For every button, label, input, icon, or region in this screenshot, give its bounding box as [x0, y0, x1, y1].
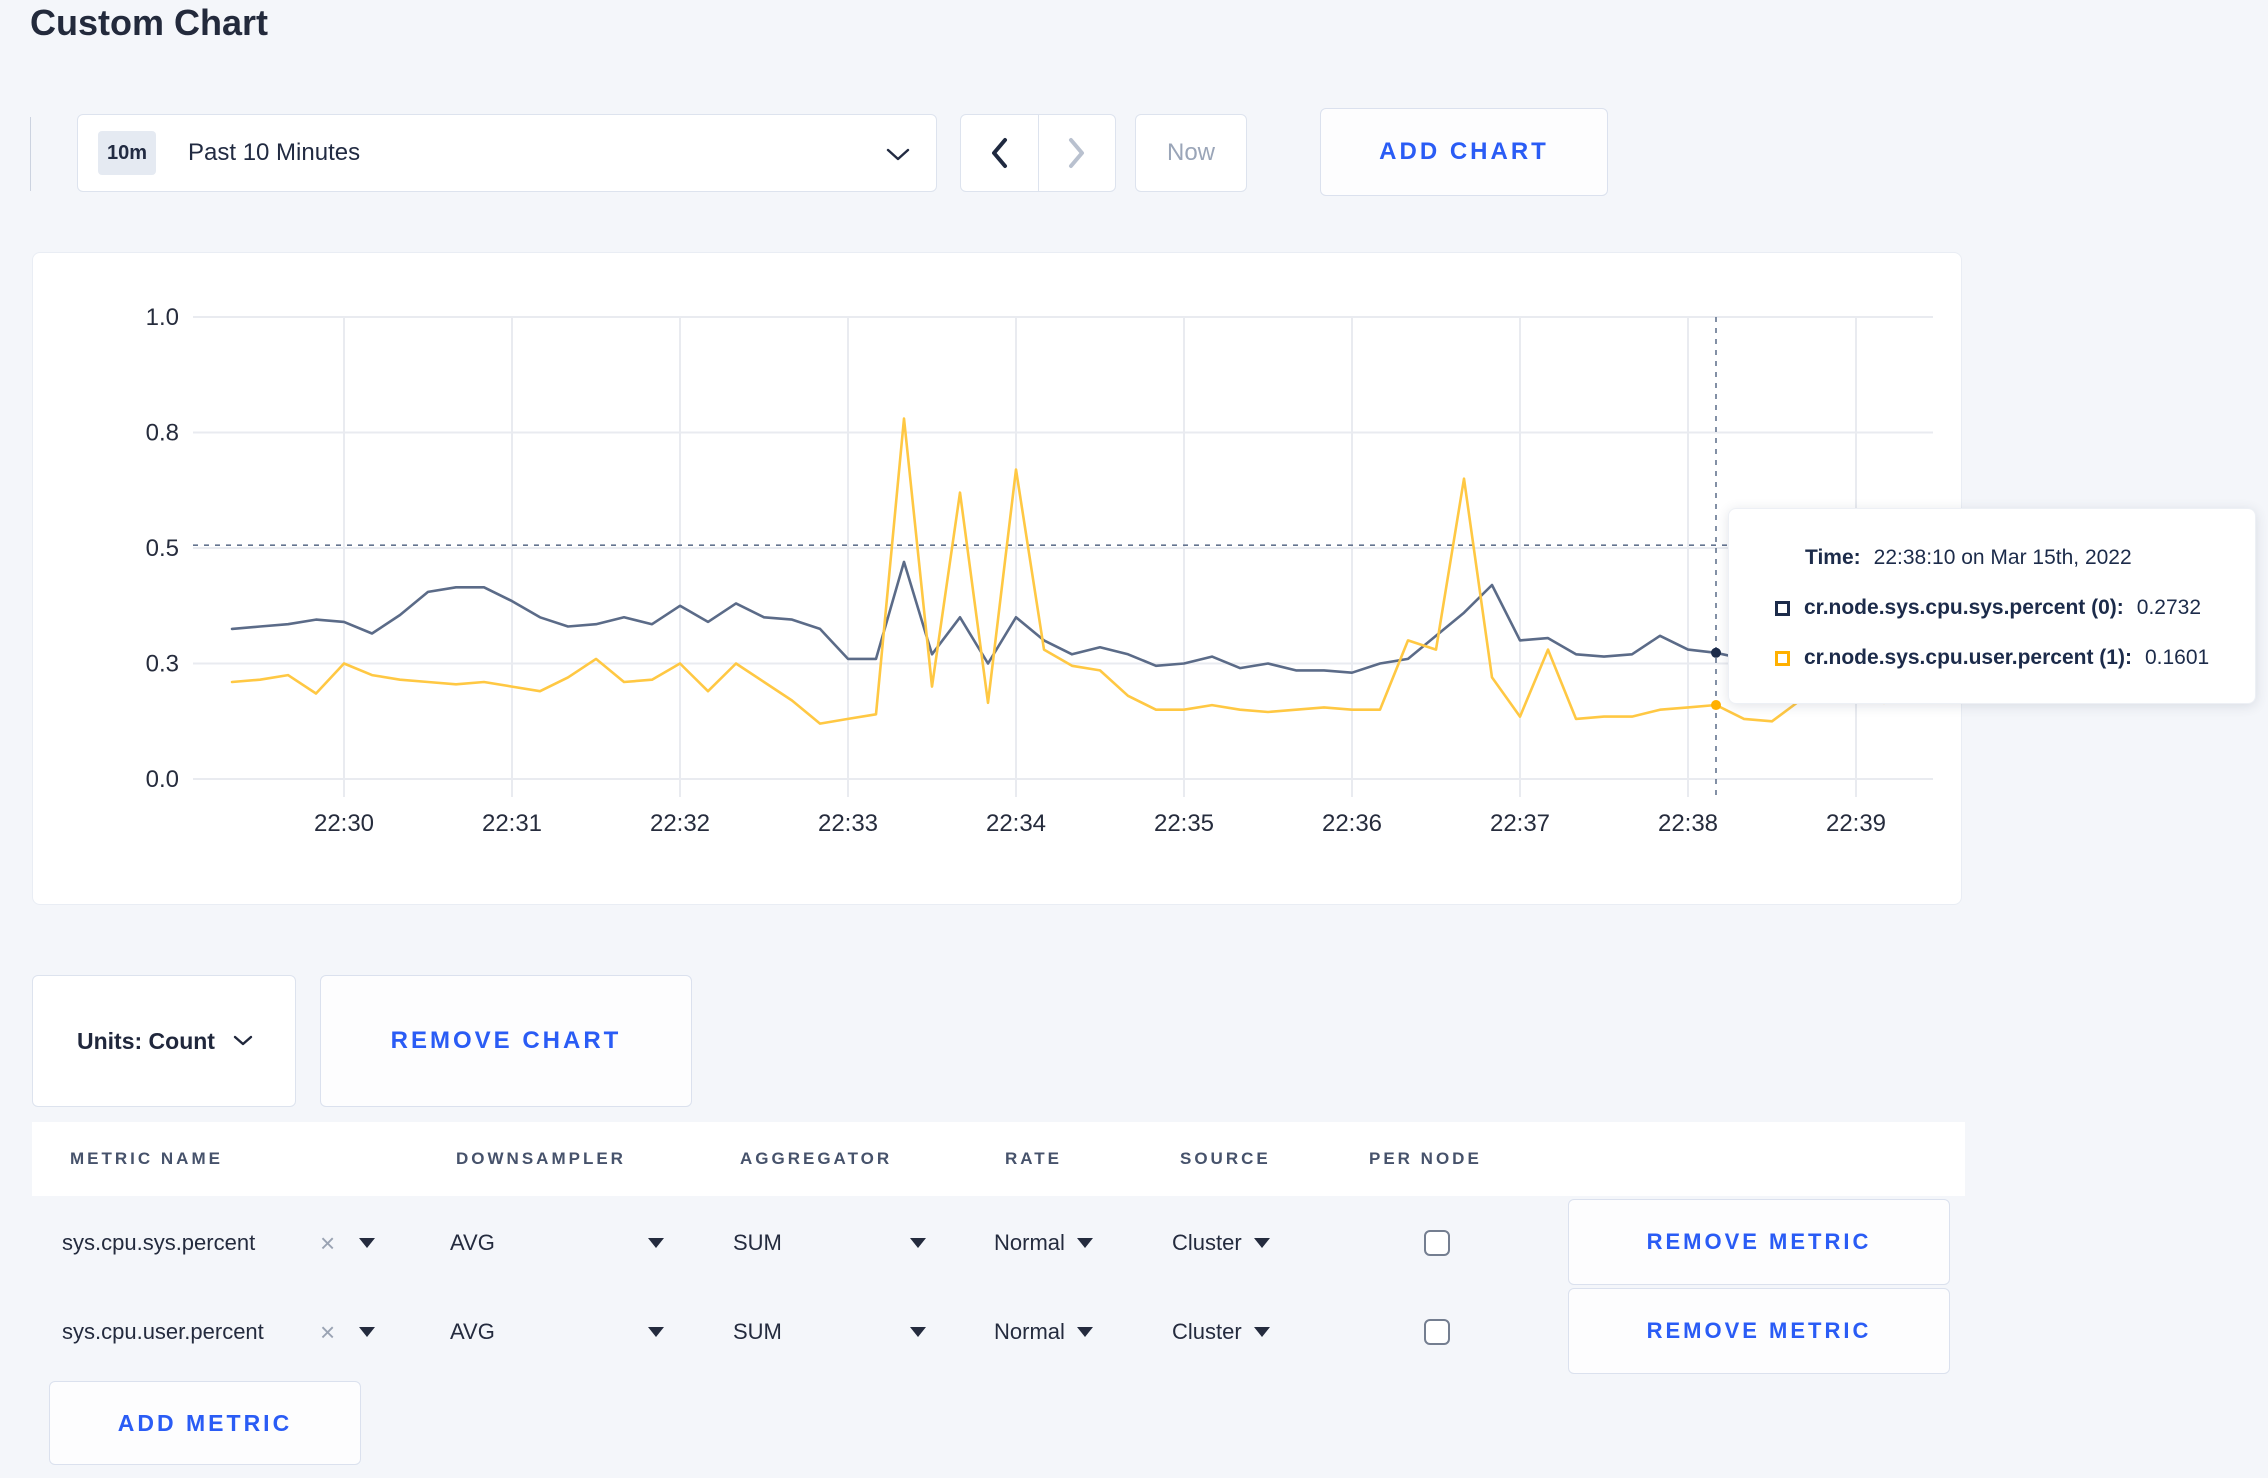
- tooltip-time-row: Time: 22:38:10 on Mar 15th, 2022: [1775, 533, 2255, 583]
- tooltip-series-name: cr.node.sys.cpu.sys.percent (0):: [1804, 596, 2124, 619]
- clear-metric-icon[interactable]: ×: [320, 1199, 335, 1287]
- toolbar-divider: [30, 117, 31, 191]
- downsampler-select[interactable]: AVG: [450, 1199, 495, 1287]
- aggregator-caret[interactable]: [910, 1288, 926, 1376]
- add-metric-button[interactable]: ADD METRIC: [49, 1381, 361, 1465]
- aggregator-select[interactable]: SUM: [733, 1199, 782, 1287]
- svg-text:22:37: 22:37: [1490, 810, 1550, 837]
- svg-text:0.0: 0.0: [146, 766, 179, 793]
- remove-metric-button[interactable]: REMOVE METRIC: [1568, 1199, 1950, 1285]
- line-chart-plot[interactable]: 0.0 0.3 0.5 0.8 1.0 22:30 22:31 22:32 22:33 22:34…: [33, 253, 1961, 904]
- svg-text:22:32: 22:32: [650, 810, 710, 837]
- svg-text:22:34: 22:34: [986, 810, 1046, 837]
- aggregator-select[interactable]: SUM: [733, 1288, 782, 1376]
- svg-text:22:36: 22:36: [1322, 810, 1382, 837]
- metric-name-select[interactable]: sys.cpu.user.percent: [62, 1288, 264, 1376]
- chevron-down-icon: [886, 148, 910, 162]
- downsampler-caret[interactable]: [648, 1288, 664, 1376]
- svg-text:22:31: 22:31: [482, 810, 542, 837]
- column-header-per-node: PER NODE: [1369, 1149, 1482, 1168]
- tooltip-series-name: cr.node.sys.cpu.user.percent (1):: [1804, 646, 2132, 669]
- column-header-rate: RATE: [1005, 1149, 1063, 1168]
- chart-card: 0.0 0.3 0.5 0.8 1.0 22:30 22:31 22:32 22:33 22:34…: [32, 252, 1962, 905]
- add-chart-button[interactable]: ADD CHART: [1320, 108, 1608, 196]
- units-dropdown[interactable]: Units: Count: [32, 975, 296, 1107]
- column-header-source: SOURCE: [1180, 1149, 1271, 1168]
- metric-name-caret[interactable]: [359, 1288, 375, 1376]
- tooltip-series-row: cr.node.sys.cpu.user.percent (1): 0.1601: [1775, 633, 2255, 683]
- svg-text:0.5: 0.5: [146, 535, 179, 562]
- tooltip-series-row: cr.node.sys.cpu.sys.percent (0): 0.2732: [1775, 583, 2255, 633]
- remove-metric-button[interactable]: REMOVE METRIC: [1568, 1288, 1950, 1374]
- source-select[interactable]: Cluster: [1172, 1288, 1270, 1376]
- tooltip-time-value: 22:38:10 on Mar 15th, 2022: [1873, 546, 2132, 569]
- rate-select[interactable]: Normal: [994, 1288, 1093, 1376]
- downsampler-caret[interactable]: [648, 1199, 664, 1287]
- per-node-checkbox[interactable]: [1424, 1319, 1450, 1345]
- downsampler-select[interactable]: AVG: [450, 1288, 495, 1376]
- metrics-table-header: METRIC NAME DOWNSAMPLER AGGREGATOR RATE …: [32, 1122, 1965, 1196]
- rate-select[interactable]: Normal: [994, 1199, 1093, 1287]
- tooltip-time-label: Time:: [1805, 546, 1861, 569]
- metric-name-select[interactable]: sys.cpu.sys.percent: [62, 1199, 255, 1287]
- svg-text:22:38: 22:38: [1658, 810, 1718, 837]
- svg-text:22:30: 22:30: [314, 810, 374, 837]
- per-node-checkbox[interactable]: [1424, 1230, 1450, 1256]
- column-header-metric-name: METRIC NAME: [70, 1149, 223, 1168]
- metric-name-caret[interactable]: [359, 1199, 375, 1287]
- remove-chart-button[interactable]: REMOVE CHART: [320, 975, 692, 1107]
- time-nav-group: [960, 114, 1116, 192]
- source-select[interactable]: Cluster: [1172, 1199, 1270, 1287]
- tooltip-series-value: 0.2732: [2136, 596, 2202, 619]
- svg-text:0.3: 0.3: [146, 651, 179, 678]
- time-range-badge: 10m: [98, 131, 156, 175]
- svg-text:22:33: 22:33: [818, 810, 878, 837]
- column-header-aggregator: AGGREGATOR: [740, 1149, 893, 1168]
- svg-text:0.8: 0.8: [146, 420, 179, 447]
- svg-text:22:39: 22:39: [1826, 810, 1886, 837]
- metric-row: sys.cpu.sys.percent × AVG SUM Normal Clu…: [32, 1199, 1965, 1287]
- chevron-down-icon: [233, 1035, 253, 1047]
- column-header-downsampler: DOWNSAMPLER: [456, 1149, 626, 1168]
- page-title: Custom Chart: [30, 2, 269, 43]
- svg-text:22:35: 22:35: [1154, 810, 1214, 837]
- series-sys-swatch-icon: [1775, 600, 1790, 616]
- series-user-swatch-icon: [1775, 650, 1790, 666]
- next-interval-button[interactable]: [1037, 115, 1116, 191]
- time-range-dropdown[interactable]: 10m Past 10 Minutes: [77, 114, 937, 192]
- metric-row: sys.cpu.user.percent × AVG SUM Normal Cl…: [32, 1288, 1965, 1376]
- now-button[interactable]: Now: [1135, 114, 1247, 192]
- clear-metric-icon[interactable]: ×: [320, 1288, 335, 1376]
- time-range-label: Past 10 Minutes: [188, 139, 361, 166]
- chevron-left-icon: [990, 137, 1008, 169]
- aggregator-caret[interactable]: [910, 1199, 926, 1287]
- tooltip-series-value: 0.1601: [2144, 646, 2210, 669]
- prev-interval-button[interactable]: [961, 115, 1038, 191]
- chevron-right-icon: [1068, 137, 1086, 169]
- units-label: Units: Count: [77, 1027, 215, 1054]
- svg-text:1.0: 1.0: [146, 304, 179, 331]
- chart-tooltip: Time: 22:38:10 on Mar 15th, 2022 cr.node…: [1728, 508, 2256, 704]
